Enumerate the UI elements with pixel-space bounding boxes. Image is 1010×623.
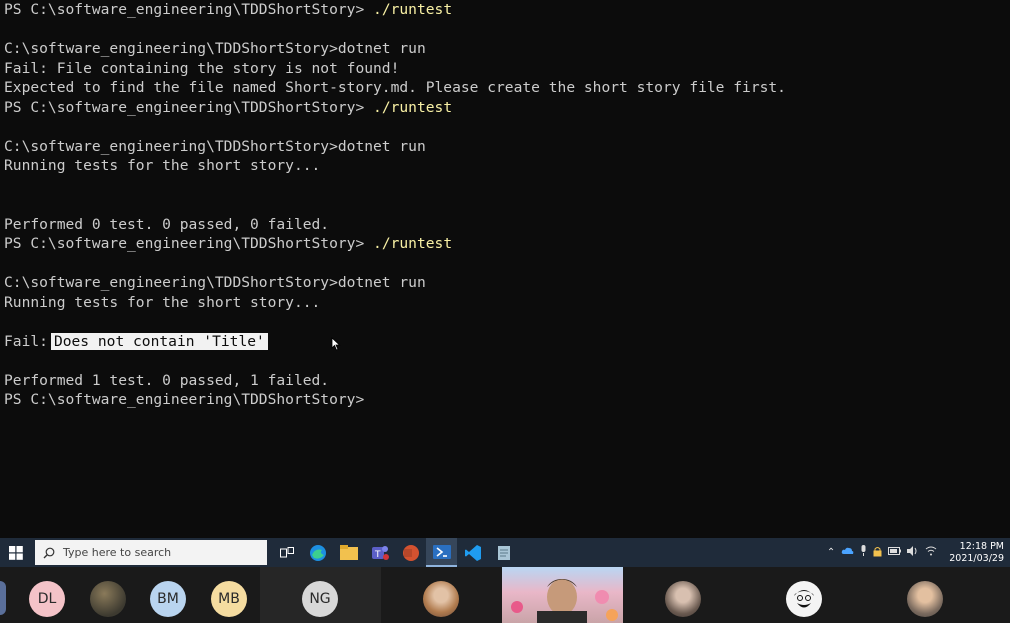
avatar-initials[interactable]: NG — [302, 581, 338, 617]
notepad-app-button[interactable] — [488, 538, 519, 567]
svg-text:T: T — [374, 550, 381, 560]
start-button[interactable] — [0, 538, 31, 567]
terminal-line: Running tests for the short story... — [4, 157, 321, 174]
lock-icon[interactable] — [873, 546, 882, 560]
avatar-photo[interactable] — [423, 581, 459, 617]
terminal-line: C:\software_engineering\TDDShortStory>do… — [4, 274, 426, 291]
terminal-line: C:\software_engineering\TDDShortStory>do… — [4, 40, 426, 57]
terminal-line: PS C:\software_engineering\TDDShortStory… — [4, 98, 453, 116]
onedrive-icon[interactable] — [841, 547, 854, 558]
powershell-icon — [432, 544, 451, 559]
avatar-photo[interactable] — [90, 581, 126, 617]
taskbar-search-box[interactable]: Type here to search — [35, 540, 267, 565]
avatar-initials[interactable]: MB — [211, 581, 247, 617]
microphone-icon[interactable] — [860, 545, 867, 560]
avatar-partial — [0, 581, 6, 615]
terminal-line: Running tests for the short story... — [4, 293, 321, 311]
terminal-line: Fail: File containing the story is not f… — [4, 59, 400, 77]
powershell-app-button[interactable] — [426, 538, 457, 567]
powerpoint-app-button[interactable] — [395, 538, 426, 567]
terminal-line: Performed 0 test. 0 passed, 0 failed. — [4, 215, 330, 233]
video-feed-image — [511, 579, 618, 623]
system-tray: ⌃ 12:18 PM 2021/03/29 — [827, 538, 1010, 567]
avatar-photo[interactable] — [665, 581, 701, 617]
avatar-photo[interactable] — [907, 581, 943, 617]
terminal-line: Fail: Does not contain 'Title' — [4, 332, 1006, 352]
clock-date: 2021/03/29 — [949, 552, 1004, 564]
avatar-label: MB — [218, 591, 240, 607]
search-icon — [43, 547, 55, 558]
participant-video[interactable] — [502, 567, 623, 623]
vscode-icon — [464, 544, 481, 561]
folder-icon — [339, 545, 358, 560]
terminal-window[interactable]: PS C:\software_engineering\TDDShortStory… — [0, 0, 1010, 538]
windows-logo-icon — [8, 545, 23, 560]
terminal-line: PS C:\software_engineering\TDDShortStory… — [4, 1, 453, 18]
edge-app-button[interactable] — [302, 538, 333, 567]
task-view-icon — [279, 546, 294, 557]
avatar-initials[interactable]: BM — [150, 581, 186, 617]
notepad-icon — [497, 545, 510, 560]
avatar-photo[interactable] — [786, 581, 822, 617]
terminal-line: Expected to find the file named Short-st… — [4, 79, 786, 96]
avatar-label: DL — [37, 591, 57, 607]
avatar-initials[interactable]: DL — [29, 581, 65, 617]
wifi-icon[interactable] — [925, 546, 937, 559]
powerpoint-icon — [402, 544, 419, 561]
vscode-app-button[interactable] — [457, 538, 488, 567]
avatar-label: NG — [309, 591, 331, 607]
battery-icon[interactable] — [888, 547, 902, 558]
terminal-line: Performed 1 test. 0 passed, 1 failed. — [4, 371, 330, 389]
volume-icon[interactable] — [907, 546, 919, 559]
task-view-button[interactable] — [271, 538, 302, 567]
clock[interactable]: 12:18 PM 2021/03/29 — [949, 541, 1004, 565]
selected-text[interactable]: Does not contain 'Title' — [50, 332, 268, 350]
chevron-up-icon[interactable]: ⌃ — [827, 547, 835, 558]
teams-app-button[interactable]: T — [364, 538, 395, 567]
file-explorer-button[interactable] — [333, 538, 364, 567]
terminal-prompt[interactable]: PS C:\software_engineering\TDDShortStory… — [4, 390, 1006, 410]
teams-icon: T — [371, 545, 389, 560]
meeting-participants-strip: DL BM MB NG — [0, 567, 1010, 623]
avatar-label: BM — [157, 591, 179, 607]
fail-label: Fail: — [4, 332, 48, 350]
search-placeholder: Type here to search — [63, 546, 172, 559]
clock-time: 12:18 PM — [959, 540, 1004, 552]
taskbar: Type here to search T ⌃ 12:18 PM 2021/03… — [0, 538, 1010, 567]
terminal-line: PS C:\software_engineering\TDDShortStory… — [4, 235, 453, 252]
terminal-line: C:\software_engineering\TDDShortStory>do… — [4, 137, 426, 155]
cartoon-face-icon — [794, 590, 814, 608]
edge-icon — [309, 544, 326, 561]
